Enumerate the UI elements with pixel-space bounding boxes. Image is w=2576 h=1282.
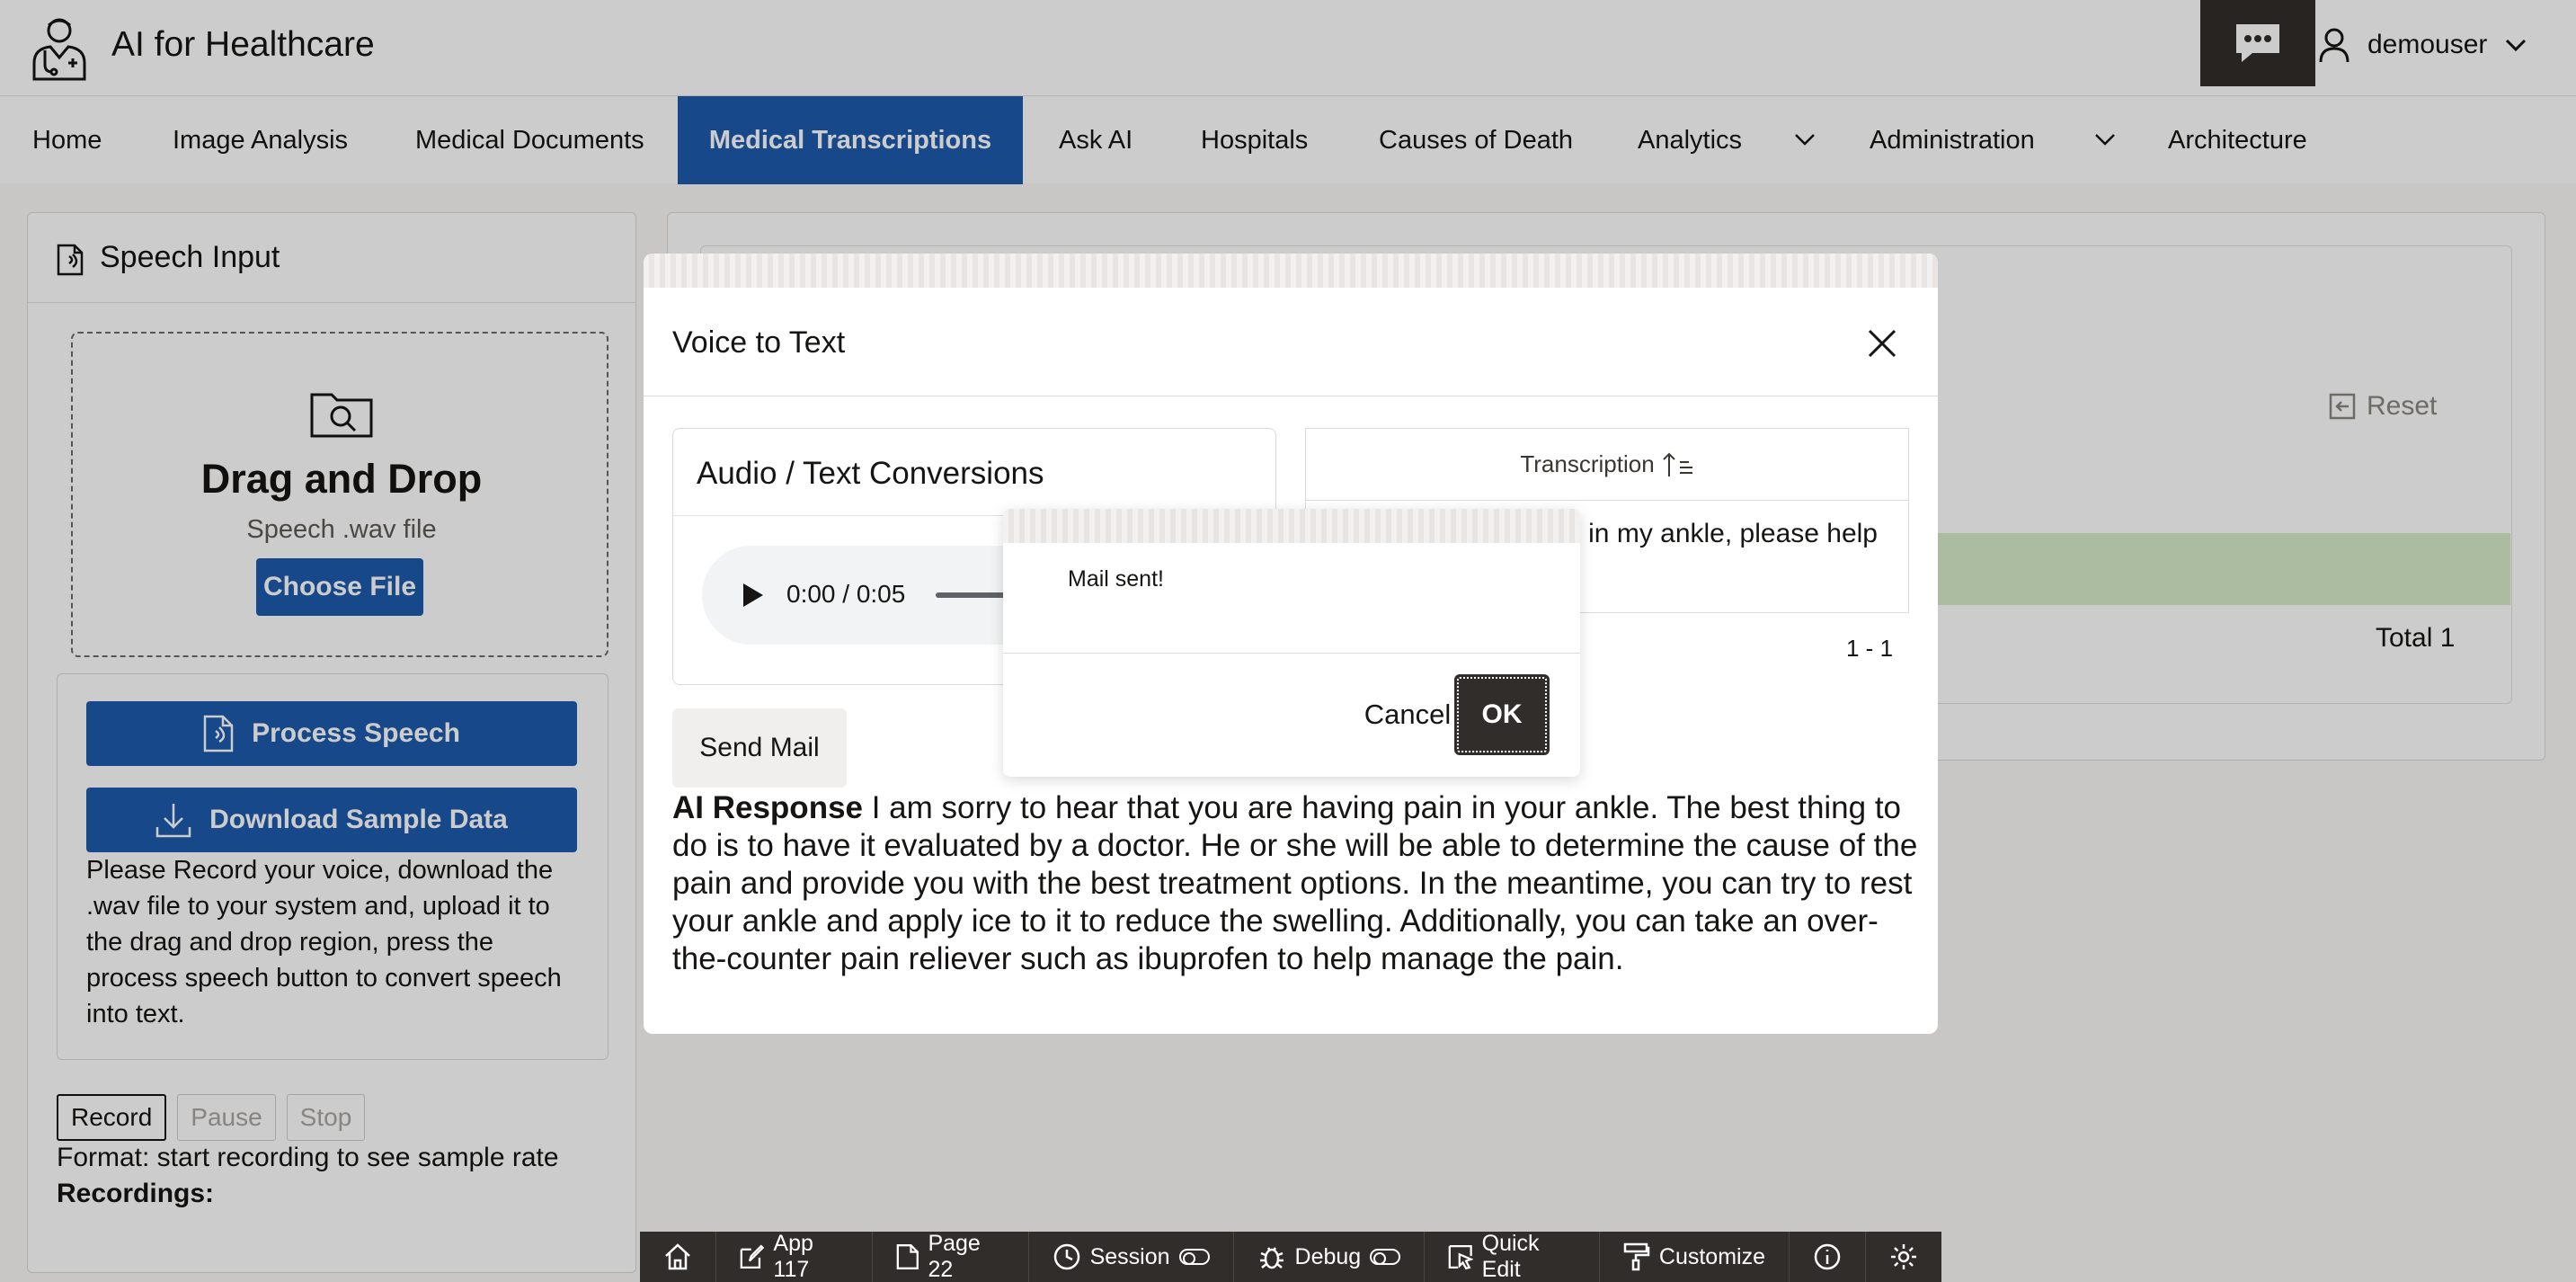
page-link[interactable]: Page 22 — [873, 1231, 1029, 1282]
app-link[interactable]: App 117 — [716, 1231, 873, 1282]
app-label: App 117 — [773, 1231, 813, 1282]
developer-toolbar: App 117 Page 22 Session Debug Quick Edit… — [640, 1231, 1941, 1282]
debug-label: Debug — [1294, 1243, 1362, 1269]
customize-button[interactable]: Customize — [1600, 1232, 1790, 1282]
mail-sent-dialog: Mail sent! Cancel OK — [1003, 509, 1580, 777]
transcription-header-label: Transcription — [1520, 450, 1655, 477]
home-button[interactable] — [640, 1232, 716, 1282]
info-button[interactable] — [1790, 1232, 1866, 1282]
toggle-icon — [1370, 1249, 1401, 1265]
ai-response-label: AI Response — [672, 790, 863, 825]
audio-time: 0:00 / 0:05 — [786, 580, 906, 608]
gear-icon — [1891, 1244, 1916, 1269]
sort-ascending-icon — [1662, 452, 1692, 476]
quick-edit-label: Quick Edit — [1481, 1231, 1540, 1282]
settings-button[interactable] — [1866, 1232, 1941, 1282]
page-edit-icon — [896, 1244, 919, 1269]
toggle-icon — [1178, 1249, 1210, 1265]
cursor-select-icon — [1448, 1244, 1473, 1270]
page-label: Page 22 — [928, 1231, 981, 1282]
send-mail-button[interactable]: Send Mail — [672, 708, 847, 788]
conversions-title: Audio / Text Conversions — [697, 456, 1044, 491]
dialog-drag-handle[interactable] — [644, 254, 1938, 288]
info-icon — [1814, 1243, 1841, 1270]
pagination-text: 1 - 1 — [1846, 635, 1894, 662]
session-toggle[interactable]: Session — [1029, 1232, 1234, 1282]
customize-label: Customize — [1658, 1243, 1765, 1269]
close-icon[interactable] — [1864, 325, 1900, 361]
home-icon — [665, 1243, 690, 1270]
transcription-column-header[interactable]: Transcription — [1306, 429, 1908, 501]
divider — [1003, 653, 1580, 654]
session-label: Session — [1089, 1243, 1170, 1269]
dialog-drag-handle[interactable] — [1003, 509, 1580, 543]
play-icon[interactable] — [742, 582, 765, 609]
edit-icon — [740, 1244, 765, 1269]
dialog-title: Voice to Text — [672, 325, 846, 360]
alert-message: Mail sent! — [1068, 566, 1164, 592]
bug-icon — [1259, 1247, 1284, 1269]
clock-icon — [1053, 1243, 1079, 1270]
ai-response: AI Response I am sorry to hear that you … — [672, 789, 1922, 978]
debug-toggle[interactable]: Debug — [1234, 1232, 1426, 1282]
paint-roller-icon — [1623, 1242, 1650, 1271]
ok-button[interactable]: OK — [1454, 674, 1550, 755]
quick-edit-button[interactable]: Quick Edit — [1425, 1231, 1600, 1282]
